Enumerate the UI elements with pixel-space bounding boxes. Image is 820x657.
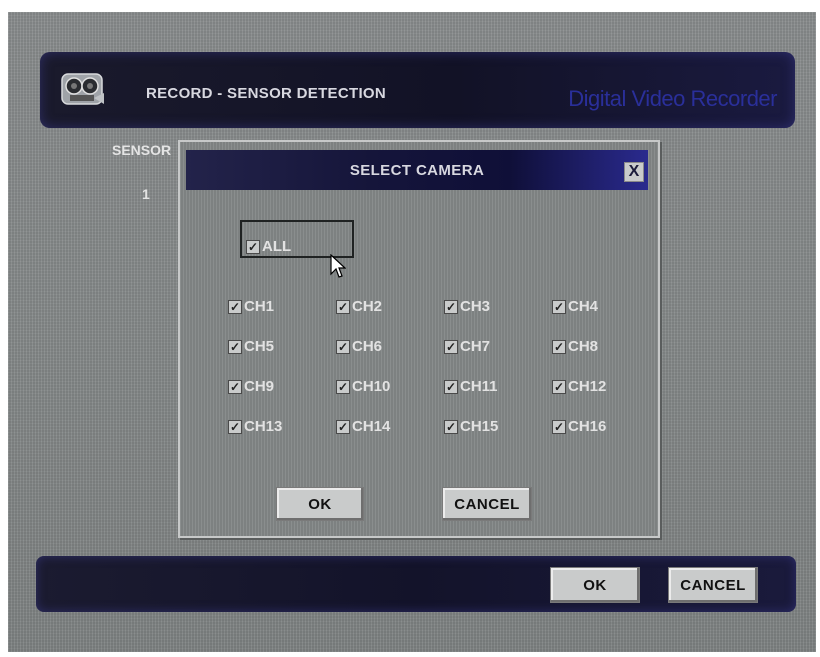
sensor-column-header: SENSOR xyxy=(112,142,172,158)
channel-checkbox[interactable]: ✓ xyxy=(228,379,242,394)
channel-checkbox[interactable]: ✓ xyxy=(228,419,242,434)
channel-checkbox-row[interactable]: ✓ CH12 xyxy=(552,378,606,395)
channel-label: CH6 xyxy=(352,338,383,355)
channel-checkbox[interactable]: ✓ xyxy=(336,299,350,314)
channel-label: CH14 xyxy=(352,418,391,435)
dialog-cancel-button[interactable]: CANCEL xyxy=(442,487,532,521)
ok-button[interactable]: OK xyxy=(550,567,640,603)
channel-checkbox[interactable]: ✓ xyxy=(552,339,566,354)
channel-checkbox[interactable]: ✓ xyxy=(444,339,458,354)
channel-checkbox-row[interactable]: ✓ CH11 xyxy=(444,378,498,395)
camera-icon xyxy=(61,73,104,105)
channel-label: CH13 xyxy=(244,418,283,435)
channel-checkbox-row[interactable]: ✓ CH10 xyxy=(336,378,390,395)
all-checkbox[interactable]: ✓ xyxy=(246,239,260,254)
channel-checkbox-row[interactable]: ✓ CH8 xyxy=(552,338,598,355)
mouse-cursor-icon xyxy=(330,254,346,278)
channel-checkbox-row[interactable]: ✓ CH1 xyxy=(228,298,274,315)
channel-checkbox-row[interactable]: ✓ CH15 xyxy=(444,418,498,435)
all-checkbox-label: ALL xyxy=(262,238,292,255)
channel-label: CH1 xyxy=(244,298,275,315)
channel-checkbox[interactable]: ✓ xyxy=(336,419,350,434)
dialog-title: SELECT CAMERA xyxy=(349,162,485,179)
dialog-title-bar: SELECT CAMERA X xyxy=(186,150,648,190)
channel-checkbox-row[interactable]: ✓ CH7 xyxy=(444,338,490,355)
close-button[interactable]: X xyxy=(624,162,644,182)
channel-checkbox[interactable]: ✓ xyxy=(444,299,458,314)
brand-logo-text: Digital Video Recorder xyxy=(568,86,777,111)
channel-label: CH12 xyxy=(568,378,607,395)
header-bar: RECORD - SENSOR DETECTION Digital Video … xyxy=(40,52,795,128)
channel-checkbox-row[interactable]: ✓ CH14 xyxy=(336,418,390,435)
channel-checkbox-row[interactable]: ✓ CH5 xyxy=(228,338,274,355)
dialog-ok-button[interactable]: OK xyxy=(276,487,364,521)
channel-checkbox-row[interactable]: ✓ CH16 xyxy=(552,418,606,435)
channel-label: CH2 xyxy=(352,298,383,315)
channel-checkbox-row[interactable]: ✓ CH9 xyxy=(228,378,274,395)
channel-label: CH11 xyxy=(460,378,498,395)
dvr-screen: RECORD - SENSOR DETECTION Digital Video … xyxy=(8,12,816,652)
channel-checkbox[interactable]: ✓ xyxy=(336,379,350,394)
channel-checkbox-row[interactable]: ✓ CH13 xyxy=(228,418,282,435)
footer-bar: OK CANCEL xyxy=(36,556,796,612)
channel-checkbox[interactable]: ✓ xyxy=(552,419,566,434)
channel-checkbox[interactable]: ✓ xyxy=(444,379,458,394)
page-title: RECORD - SENSOR DETECTION xyxy=(146,85,387,102)
channel-checkbox[interactable]: ✓ xyxy=(228,299,242,314)
channel-checkbox[interactable]: ✓ xyxy=(444,419,458,434)
select-camera-dialog: SELECT CAMERA X ✓ ALL ✓ CH1 ✓ CH2 ✓ CH3 ✓ CH4 ✓ C… xyxy=(178,140,660,538)
channel-checkbox-row[interactable]: ✓ CH4 xyxy=(552,298,598,315)
all-checkbox-row[interactable]: ✓ ALL xyxy=(246,238,291,255)
channel-label: CH5 xyxy=(244,338,275,355)
channel-label: CH7 xyxy=(460,338,491,355)
channel-label: CH3 xyxy=(460,298,491,315)
channel-checkbox[interactable]: ✓ xyxy=(552,379,566,394)
channel-checkbox[interactable]: ✓ xyxy=(552,299,566,314)
channel-checkbox[interactable]: ✓ xyxy=(228,339,242,354)
channel-label: CH8 xyxy=(568,338,599,355)
channel-checkbox-row[interactable]: ✓ CH2 xyxy=(336,298,382,315)
channel-checkbox[interactable]: ✓ xyxy=(336,339,350,354)
cancel-button[interactable]: CANCEL xyxy=(668,567,758,603)
sensor-number: 1 xyxy=(142,186,150,202)
channel-label: CH15 xyxy=(460,418,499,435)
close-icon: X xyxy=(628,163,640,180)
channel-label: CH16 xyxy=(568,418,607,435)
channel-label: CH4 xyxy=(568,298,599,315)
channel-checkbox-row[interactable]: ✓ CH3 xyxy=(444,298,490,315)
channel-checkbox-row[interactable]: ✓ CH6 xyxy=(336,338,382,355)
channel-label: CH9 xyxy=(244,378,275,395)
channel-label: CH10 xyxy=(352,378,391,395)
